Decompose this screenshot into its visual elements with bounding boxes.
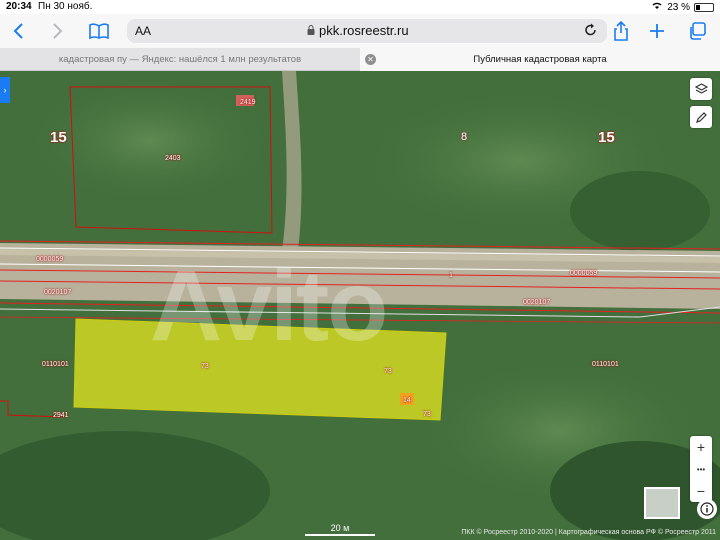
- road-number: 1: [449, 272, 453, 279]
- status-date: Пн 30 нояб.: [38, 1, 93, 12]
- wifi-icon: [651, 1, 663, 13]
- plot-label-strip-right: 0020107: [523, 299, 551, 306]
- layers-button[interactable]: [690, 78, 712, 100]
- battery-icon: [694, 2, 714, 12]
- address-bar[interactable]: AA pkk.rosreestr.ru: [127, 19, 607, 43]
- zoom-control: + ••• −: [690, 436, 712, 502]
- pencil-icon: [695, 111, 707, 123]
- bookmarks-icon[interactable]: [86, 18, 112, 44]
- plot-label-road-left: 0000059: [36, 256, 64, 263]
- quarter-number-left: 15: [50, 129, 67, 146]
- avito-watermark: Avito: [150, 250, 388, 362]
- status-time: 20:34: [6, 1, 32, 12]
- quarter-number-center: 8: [461, 131, 468, 143]
- share-icon[interactable]: [608, 18, 634, 44]
- plot-label-top: 2403: [165, 155, 181, 162]
- plot-label-strip-left: 0020107: [44, 289, 72, 296]
- tab-label: Публичная кадастровая карта: [473, 54, 607, 65]
- tab-label: кадастровая пу — Яндекс: нашёлся 1 млн р…: [58, 54, 302, 65]
- copyright-text: ПКК © Росреестр 2010-2020 | Картографиче…: [461, 529, 716, 536]
- zoom-more-button[interactable]: •••: [690, 458, 712, 480]
- plot-label-yellow-2: 73: [384, 368, 392, 375]
- plot-label-bottom-left: 2941: [53, 412, 69, 419]
- plot-label-field-left: 0110101: [42, 361, 69, 368]
- plot-label-field-right: 0110101: [592, 361, 619, 368]
- new-tab-icon[interactable]: [644, 18, 670, 44]
- battery-percent: 23 %: [667, 1, 690, 13]
- layers-icon: [694, 82, 708, 94]
- tabs-overview-icon[interactable]: [684, 18, 710, 44]
- close-tab-icon[interactable]: ✕: [365, 54, 376, 65]
- plot-label-small: 14: [403, 397, 411, 404]
- reload-icon[interactable]: [584, 23, 597, 40]
- status-bar: 20:34 Пн 30 нояб. 23 %: [0, 0, 720, 14]
- tab-bar: кадастровая пу — Яндекс: нашёлся 1 млн р…: [0, 48, 720, 71]
- info-icon: [700, 502, 714, 516]
- side-panel-toggle[interactable]: ›: [0, 77, 10, 103]
- info-button[interactable]: [697, 499, 717, 519]
- forward-icon[interactable]: [44, 18, 70, 44]
- url-text: pkk.rosreestr.ru: [319, 23, 409, 38]
- basemap-switcher[interactable]: [644, 487, 680, 519]
- scale-label: 20 м: [330, 523, 350, 533]
- browser-toolbar: AA pkk.rosreestr.ru: [0, 14, 720, 48]
- plot-label-house: 2419: [240, 99, 256, 106]
- plot-label-road-right: 0000059: [570, 270, 598, 277]
- lock-icon: [307, 23, 315, 38]
- scale-bar: 20 м: [305, 523, 375, 536]
- tab-cadastral-map[interactable]: ✕ Публичная кадастровая карта: [360, 48, 720, 71]
- tab-yandex[interactable]: кадастровая пу — Яндекс: нашёлся 1 млн р…: [0, 48, 360, 71]
- cadastral-map[interactable]: Avito 15 15 8 1 2419 2403 0000059 000005…: [0, 71, 720, 540]
- zoom-in-button[interactable]: +: [690, 436, 712, 458]
- ruler-button[interactable]: [690, 106, 712, 128]
- plot-label-yellow-1: 73: [201, 363, 209, 370]
- plot-label-yellow-3: 73: [423, 411, 431, 418]
- back-icon[interactable]: [6, 18, 32, 44]
- quarter-number-right: 15: [598, 129, 615, 146]
- text-size-button[interactable]: AA: [135, 24, 151, 38]
